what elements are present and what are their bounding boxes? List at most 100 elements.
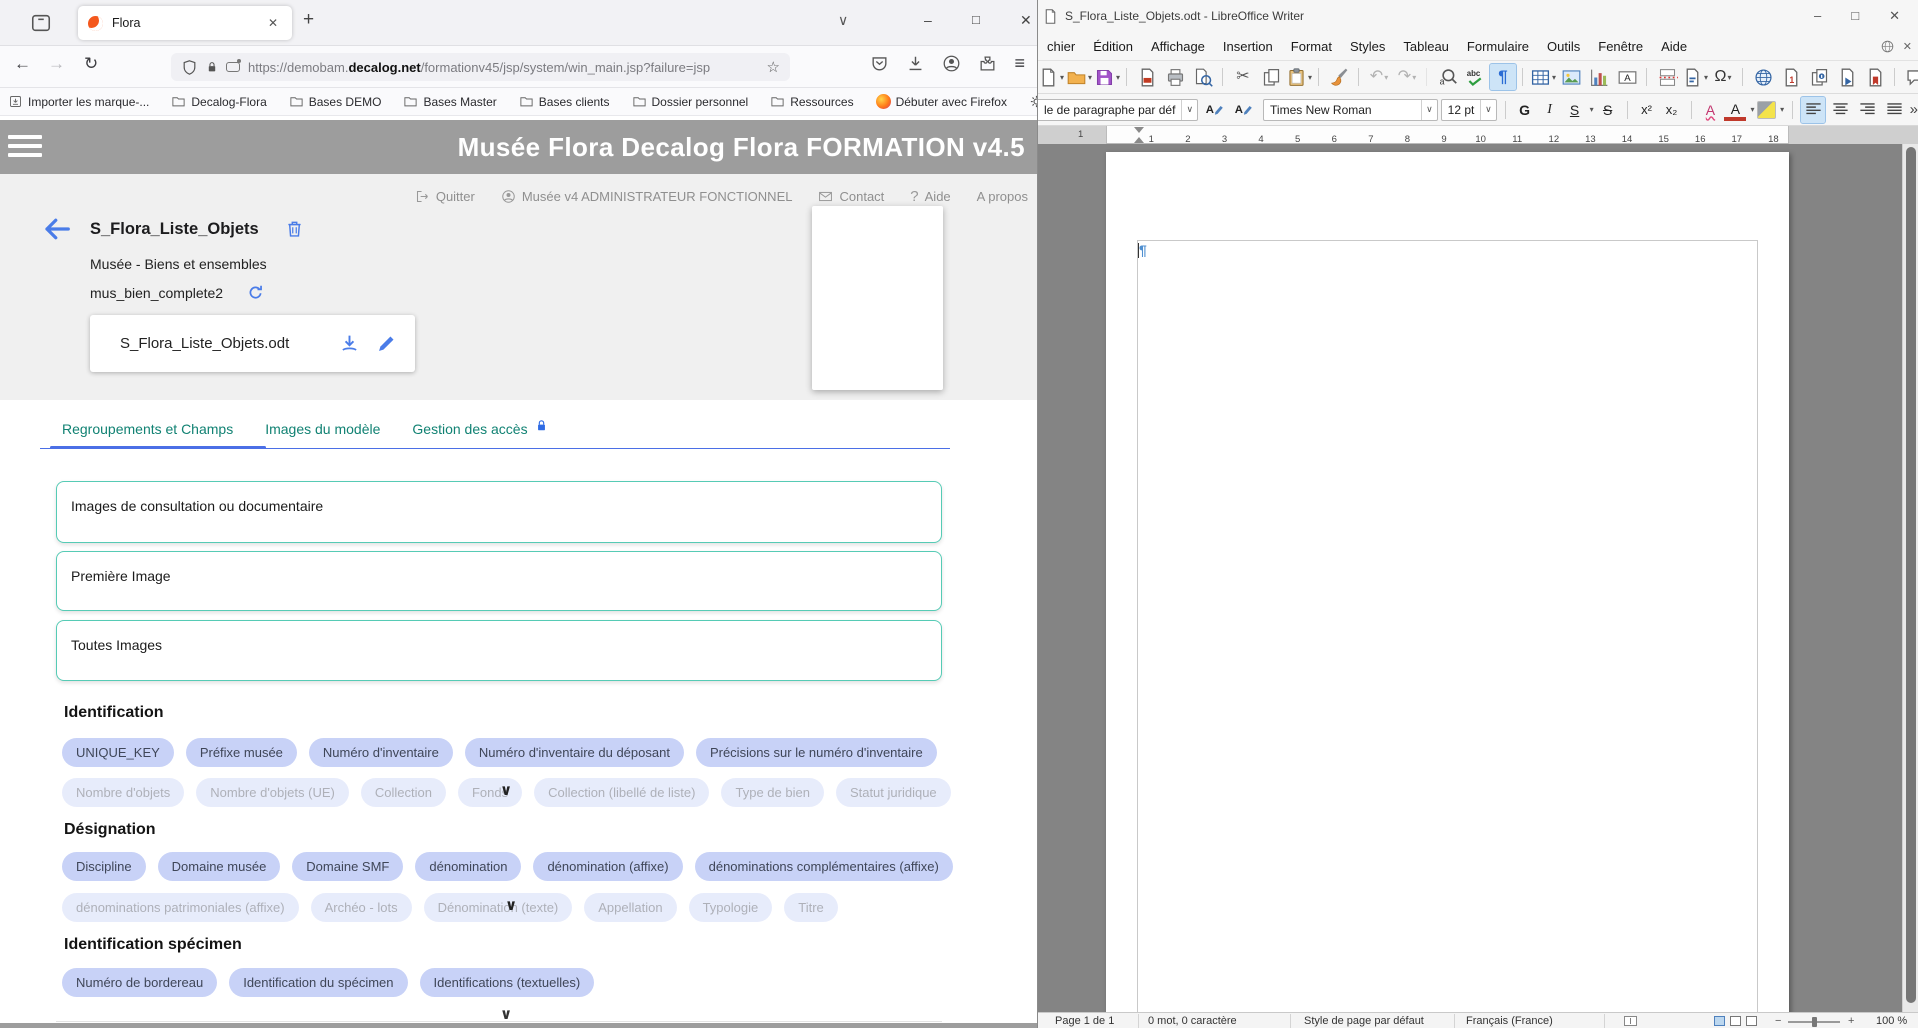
field-chip[interactable]: Précisions sur le numéro d'inventaire xyxy=(696,738,937,767)
insert-endnote-button[interactable]: ▾ xyxy=(1806,64,1832,90)
insert-table-button[interactable]: ▾ xyxy=(1530,64,1556,90)
field-chip[interactable]: Identification du spécimen xyxy=(229,968,407,997)
permissions-icon[interactable] xyxy=(226,62,240,72)
paragraph-style-select[interactable]: le de paragraphe par déf∨ xyxy=(1038,99,1198,121)
writer-maximize-button[interactable]: □ xyxy=(1851,8,1859,24)
reload-button[interactable]: ↻ xyxy=(84,54,98,74)
expand-fields-chevron-icon[interactable]: ∨ xyxy=(505,896,517,914)
menu-item[interactable]: Outils xyxy=(1538,35,1589,58)
book-view-icon[interactable] xyxy=(1746,1016,1757,1026)
status-word-count[interactable]: 0 mot, 0 caractère xyxy=(1148,1015,1237,1027)
dropdown-caret-icon[interactable]: ▾ xyxy=(1116,73,1120,82)
field-chip[interactable]: Domaine musée xyxy=(158,852,281,881)
language-globe-icon[interactable] xyxy=(1880,39,1895,54)
bookmark-folder[interactable]: Decalog-Flora xyxy=(171,94,266,109)
pocket-icon[interactable] xyxy=(870,54,889,73)
window-minimize-button[interactable]: – xyxy=(924,12,932,28)
forward-button[interactable]: → xyxy=(48,54,65,74)
field-chip[interactable]: dénomination (affixe) xyxy=(533,852,682,881)
tab-overflow-icon[interactable]: ∨ xyxy=(838,12,848,29)
downloads-icon[interactable] xyxy=(906,54,925,73)
insert-field-button[interactable]: ▾ xyxy=(1682,64,1708,90)
edit-pencil-icon[interactable] xyxy=(376,333,397,354)
tab-regroupements-et-champs[interactable]: Regroupements et Champs xyxy=(62,421,233,437)
menu-item[interactable]: Édition xyxy=(1084,35,1142,58)
field-chip[interactable]: Archéo - lots xyxy=(311,893,412,922)
status-page-style[interactable]: Style de page par défaut xyxy=(1304,1015,1424,1027)
field-chip[interactable]: Discipline xyxy=(62,852,146,881)
writer-minimize-button[interactable]: – xyxy=(1814,8,1821,24)
field-chip[interactable]: Dénomination (texte) xyxy=(424,893,573,922)
insert-textbox-button[interactable]: ▾ xyxy=(1614,64,1640,90)
insert-comment-button[interactable]: ▾ xyxy=(1902,64,1918,90)
dropdown-caret-icon[interactable]: ▾ xyxy=(1060,73,1064,82)
status-zoom-level[interactable]: 100 % xyxy=(1876,1015,1907,1027)
browser-tab[interactable]: Flora ✕ xyxy=(78,6,292,40)
back-arrow-button[interactable] xyxy=(42,214,72,244)
account-icon[interactable] xyxy=(942,54,961,73)
highlight-color-icon[interactable] xyxy=(1757,101,1776,119)
font-name-select[interactable]: Times New Roman∨ xyxy=(1263,99,1438,121)
field-chip[interactable]: Type de bien xyxy=(721,778,823,807)
undo-button[interactable]: ↶ ▾ xyxy=(1366,64,1392,90)
field-chip[interactable]: Titre xyxy=(784,893,838,922)
field-chip[interactable]: Statut juridique xyxy=(836,778,951,807)
vertical-scrollbar[interactable] xyxy=(1902,144,1918,1012)
dropdown-caret-icon[interactable]: ▾ xyxy=(1384,73,1388,82)
dropdown-caret-icon[interactable]: ▾ xyxy=(1704,73,1708,82)
field-chip[interactable]: Appellation xyxy=(584,893,676,922)
field-chip[interactable]: Domaine SMF xyxy=(292,852,403,881)
field-chip[interactable]: Typologie xyxy=(689,893,773,922)
dropdown-caret-icon[interactable]: ▾ xyxy=(1727,73,1731,82)
subscript-button[interactable]: x₂ xyxy=(1661,98,1683,122)
multi-page-view-icon[interactable] xyxy=(1730,1016,1741,1026)
dropdown-caret-icon[interactable]: ▾ xyxy=(1590,105,1594,114)
align-center-button[interactable] xyxy=(1828,97,1852,123)
expand-fields-chevron-icon[interactable]: ∨ xyxy=(500,781,512,799)
print-preview-button[interactable]: ▾ xyxy=(1190,64,1216,90)
new-style-button[interactable] xyxy=(1230,97,1256,123)
extensions-puzzle-icon[interactable] xyxy=(978,54,997,73)
bookmark-folder[interactable]: Ressources xyxy=(770,94,853,109)
zoom-in-icon[interactable]: + xyxy=(1848,1015,1854,1027)
file-card[interactable]: S_Flora_Liste_Objets.odt xyxy=(90,315,415,372)
italic-button[interactable]: I xyxy=(1539,98,1561,122)
window-close-button[interactable]: ✕ xyxy=(1020,12,1032,29)
document-page[interactable]: ¶ xyxy=(1106,152,1789,1012)
single-page-view-icon[interactable] xyxy=(1714,1016,1725,1026)
tab-close-icon[interactable]: ✕ xyxy=(264,14,282,32)
character-style-button[interactable]: A xyxy=(1699,98,1721,122)
redo-button[interactable]: ↷ ▾ xyxy=(1394,64,1420,90)
tab-gestion-des-acces[interactable]: Gestion des accès xyxy=(412,421,548,437)
page-break-button[interactable]: ▾ xyxy=(1654,64,1680,90)
url-bar[interactable]: https://demobam.decalog.net/formationv45… xyxy=(171,53,790,81)
bookmark-star-icon[interactable]: ☆ xyxy=(767,58,780,76)
spelling-button[interactable]: ▾ xyxy=(1462,64,1488,90)
menu-item[interactable]: Insertion xyxy=(1214,35,1282,58)
font-size-select[interactable]: 12 pt∨ xyxy=(1441,99,1497,121)
field-chip[interactable]: dénominations complémentaires (affixe) xyxy=(695,852,953,881)
find-replace-button[interactable]: ▾ xyxy=(1434,64,1460,90)
field-chip[interactable]: Identifications (textuelles) xyxy=(420,968,595,997)
close-document-icon[interactable]: ✕ xyxy=(1903,40,1912,53)
cut-button[interactable]: ✂ ▾ xyxy=(1230,64,1256,90)
bookmark-import[interactable]: Importer les marque-... xyxy=(8,94,149,109)
menu-item[interactable]: Aide xyxy=(1652,35,1696,58)
open-button[interactable]: ▾ xyxy=(1066,64,1092,90)
bookmark-folder[interactable]: Bases DEMO xyxy=(289,94,382,109)
help-button[interactable]: ? Aide xyxy=(910,188,950,205)
insert-image-button[interactable]: ▾ xyxy=(1558,64,1584,90)
menu-item[interactable]: Format xyxy=(1282,35,1341,58)
window-maximize-button[interactable]: □ xyxy=(972,12,980,27)
bookmark-folder[interactable]: Dossier personnel xyxy=(632,94,749,109)
dropdown-caret-icon[interactable]: ▾ xyxy=(1780,105,1784,114)
group-box-premiere-image[interactable]: Première Image xyxy=(56,551,942,611)
field-chip[interactable]: Nombre d'objets (UE) xyxy=(196,778,349,807)
superscript-button[interactable]: x² xyxy=(1636,98,1658,122)
menu-item[interactable]: Tableau xyxy=(1394,35,1458,58)
menu-item[interactable]: Fenêtre xyxy=(1589,35,1652,58)
new-document-button[interactable]: ▾ xyxy=(1038,64,1064,90)
field-chip[interactable]: Numéro d'inventaire xyxy=(309,738,453,767)
dropdown-caret-icon[interactable]: ▾ xyxy=(1308,73,1312,82)
dropdown-caret-icon[interactable]: ▾ xyxy=(1412,73,1416,82)
